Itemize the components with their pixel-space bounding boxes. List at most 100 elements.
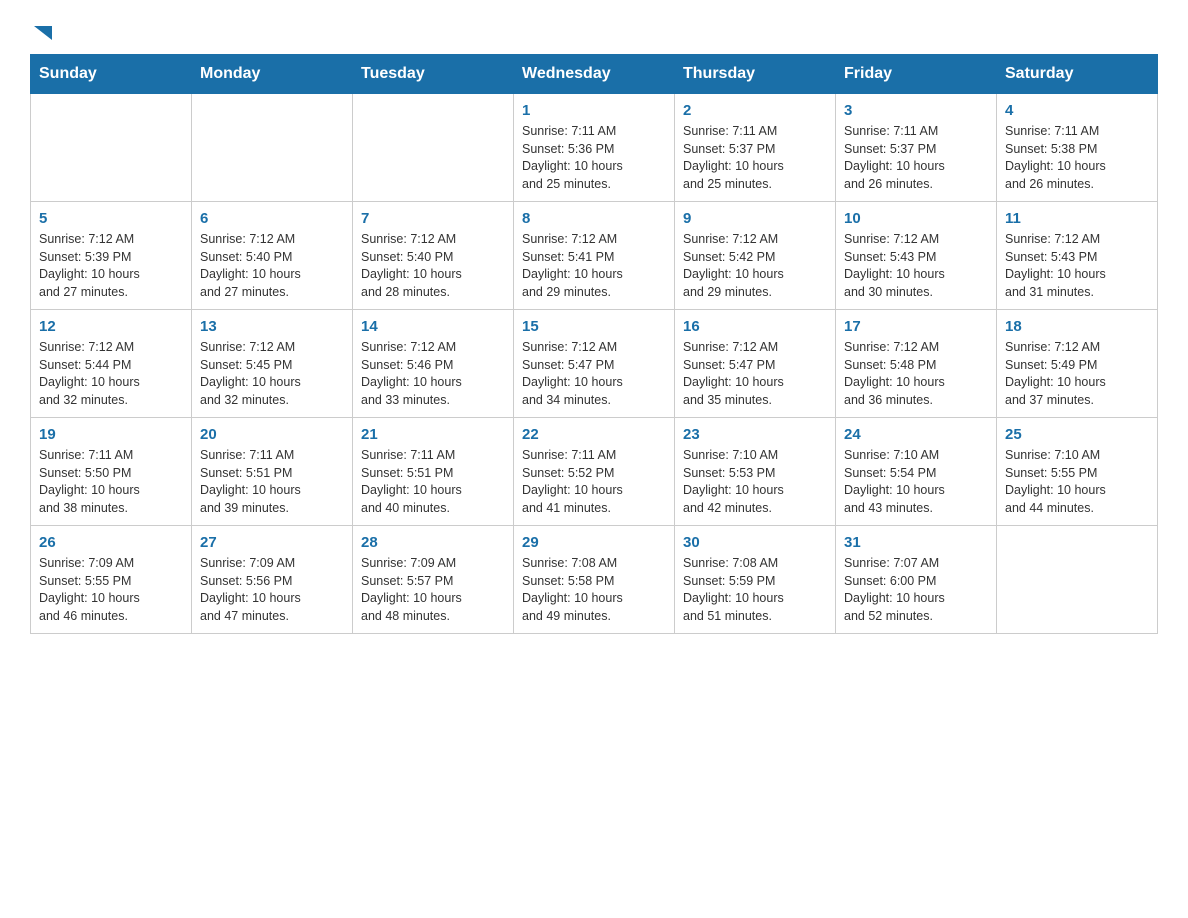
calendar-cell: 4Sunrise: 7:11 AM Sunset: 5:38 PM Daylig… <box>997 94 1158 202</box>
day-info: Sunrise: 7:09 AM Sunset: 5:55 PM Dayligh… <box>39 555 183 625</box>
calendar-cell: 29 Sunrise: 7:08 AM Sunset: 5:58 PM Dayli… <box>514 526 675 634</box>
day-number: 8 <box>522 210 666 227</box>
day-number: 18 <box>1005 318 1149 335</box>
weekday-header-sunday: Sunday <box>31 55 192 94</box>
day-info: Sunrise: 7:12 AM Sunset: 5:45 PM Dayligh… <box>200 339 344 409</box>
day-info: Sunrise: 7:12 AM Sunset: 5:49 PM Dayligh… <box>1005 339 1149 409</box>
calendar-cell <box>353 94 514 202</box>
day-info: Sunrise: 7:09 AM Sunset: 5:56 PM Dayligh… <box>200 555 344 625</box>
day-number: 25 <box>1005 426 1149 443</box>
day-info: Sunrise: 7:11 AM Sunset: 5:52 PM Dayligh… <box>522 447 666 517</box>
calendar-cell <box>31 94 192 202</box>
calendar-cell: 26Sunrise: 7:09 AM Sunset: 5:55 PM Dayli… <box>31 526 192 634</box>
page-header <box>30 20 1158 44</box>
day-number: 22 <box>522 426 666 443</box>
day-number: 14 <box>361 318 505 335</box>
day-number: 31 <box>844 534 988 551</box>
day-number: 3 <box>844 102 988 119</box>
day-number: 27 <box>200 534 344 551</box>
weekday-header-wednesday: Wednesday <box>514 55 675 94</box>
day-info: Sunrise: 7:11 AM Sunset: 5:37 PM Dayligh… <box>844 123 988 193</box>
calendar-week-row: 19 Sunrise: 7:11 AM Sunset: 5:50 PM Dayli… <box>31 418 1158 526</box>
calendar-cell: 11 Sunrise: 7:12 AM Sunset: 5:43 PM Dayli… <box>997 202 1158 310</box>
weekday-header-thursday: Thursday <box>675 55 836 94</box>
calendar-cell: 13 Sunrise: 7:12 AM Sunset: 5:45 PM Dayli… <box>192 310 353 418</box>
weekday-header-tuesday: Tuesday <box>353 55 514 94</box>
weekday-header-row: SundayMondayTuesdayWednesdayThursdayFrid… <box>31 55 1158 94</box>
calendar-cell: 7 Sunrise: 7:12 AM Sunset: 5:40 PM Daylig… <box>353 202 514 310</box>
calendar-week-row: 5 Sunrise: 7:12 AM Sunset: 5:39 PM Daylig… <box>31 202 1158 310</box>
calendar-cell: 5 Sunrise: 7:12 AM Sunset: 5:39 PM Daylig… <box>31 202 192 310</box>
day-number: 17 <box>844 318 988 335</box>
day-number: 24 <box>844 426 988 443</box>
day-info: Sunrise: 7:09 AM Sunset: 5:57 PM Dayligh… <box>361 555 505 625</box>
day-info: Sunrise: 7:11 AM Sunset: 5:51 PM Dayligh… <box>200 447 344 517</box>
day-number: 19 <box>39 426 183 443</box>
day-info: Sunrise: 7:12 AM Sunset: 5:47 PM Dayligh… <box>683 339 827 409</box>
calendar-cell: 31Sunrise: 7:07 AM Sunset: 6:00 PM Dayli… <box>836 526 997 634</box>
weekday-header-friday: Friday <box>836 55 997 94</box>
logo-triangle-icon <box>32 22 54 44</box>
day-info: Sunrise: 7:12 AM Sunset: 5:43 PM Dayligh… <box>1005 231 1149 301</box>
calendar-cell: 18 Sunrise: 7:12 AM Sunset: 5:49 PM Dayli… <box>997 310 1158 418</box>
day-info: Sunrise: 7:12 AM Sunset: 5:43 PM Dayligh… <box>844 231 988 301</box>
day-info: Sunrise: 7:12 AM Sunset: 5:40 PM Dayligh… <box>200 231 344 301</box>
day-number: 10 <box>844 210 988 227</box>
calendar-cell: 21Sunrise: 7:11 AM Sunset: 5:51 PM Dayli… <box>353 418 514 526</box>
day-number: 2 <box>683 102 827 119</box>
weekday-header-monday: Monday <box>192 55 353 94</box>
calendar-cell: 10 Sunrise: 7:12 AM Sunset: 5:43 PM Dayli… <box>836 202 997 310</box>
calendar-body: 1Sunrise: 7:11 AM Sunset: 5:36 PM Daylig… <box>31 94 1158 634</box>
day-info: Sunrise: 7:08 AM Sunset: 5:58 PM Dayligh… <box>522 555 666 625</box>
day-number: 1 <box>522 102 666 119</box>
day-number: 16 <box>683 318 827 335</box>
day-number: 7 <box>361 210 505 227</box>
weekday-header-saturday: Saturday <box>997 55 1158 94</box>
calendar-table: SundayMondayTuesdayWednesdayThursdayFrid… <box>30 54 1158 634</box>
day-number: 11 <box>1005 210 1149 227</box>
calendar-cell: 23Sunrise: 7:10 AM Sunset: 5:53 PM Dayli… <box>675 418 836 526</box>
calendar-cell: 3 Sunrise: 7:11 AM Sunset: 5:37 PM Daylig… <box>836 94 997 202</box>
day-info: Sunrise: 7:12 AM Sunset: 5:41 PM Dayligh… <box>522 231 666 301</box>
calendar-cell <box>192 94 353 202</box>
calendar-cell: 6 Sunrise: 7:12 AM Sunset: 5:40 PM Daylig… <box>192 202 353 310</box>
day-number: 28 <box>361 534 505 551</box>
day-number: 15 <box>522 318 666 335</box>
calendar-cell: 19 Sunrise: 7:11 AM Sunset: 5:50 PM Dayli… <box>31 418 192 526</box>
day-info: Sunrise: 7:10 AM Sunset: 5:53 PM Dayligh… <box>683 447 827 517</box>
calendar-cell: 22 Sunrise: 7:11 AM Sunset: 5:52 PM Dayli… <box>514 418 675 526</box>
calendar-cell: 8 Sunrise: 7:12 AM Sunset: 5:41 PM Daylig… <box>514 202 675 310</box>
calendar-week-row: 1Sunrise: 7:11 AM Sunset: 5:36 PM Daylig… <box>31 94 1158 202</box>
day-number: 30 <box>683 534 827 551</box>
calendar-cell: 2 Sunrise: 7:11 AM Sunset: 5:37 PM Daylig… <box>675 94 836 202</box>
day-number: 4 <box>1005 102 1149 119</box>
day-number: 6 <box>200 210 344 227</box>
day-number: 21 <box>361 426 505 443</box>
calendar-cell: 20Sunrise: 7:11 AM Sunset: 5:51 PM Dayli… <box>192 418 353 526</box>
calendar-cell: 28 Sunrise: 7:09 AM Sunset: 5:57 PM Dayli… <box>353 526 514 634</box>
day-info: Sunrise: 7:12 AM Sunset: 5:40 PM Dayligh… <box>361 231 505 301</box>
calendar-week-row: 26Sunrise: 7:09 AM Sunset: 5:55 PM Dayli… <box>31 526 1158 634</box>
day-info: Sunrise: 7:10 AM Sunset: 5:55 PM Dayligh… <box>1005 447 1149 517</box>
calendar-week-row: 12 Sunrise: 7:12 AM Sunset: 5:44 PM Dayli… <box>31 310 1158 418</box>
calendar-header: SundayMondayTuesdayWednesdayThursdayFrid… <box>31 55 1158 94</box>
day-info: Sunrise: 7:12 AM Sunset: 5:48 PM Dayligh… <box>844 339 988 409</box>
day-number: 29 <box>522 534 666 551</box>
day-number: 9 <box>683 210 827 227</box>
calendar-cell: 9Sunrise: 7:12 AM Sunset: 5:42 PM Daylig… <box>675 202 836 310</box>
calendar-cell: 30 Sunrise: 7:08 AM Sunset: 5:59 PM Dayli… <box>675 526 836 634</box>
day-info: Sunrise: 7:08 AM Sunset: 5:59 PM Dayligh… <box>683 555 827 625</box>
day-info: Sunrise: 7:12 AM Sunset: 5:47 PM Dayligh… <box>522 339 666 409</box>
calendar-cell: 15 Sunrise: 7:12 AM Sunset: 5:47 PM Dayli… <box>514 310 675 418</box>
calendar-cell: 25 Sunrise: 7:10 AM Sunset: 5:55 PM Dayli… <box>997 418 1158 526</box>
day-info: Sunrise: 7:11 AM Sunset: 5:50 PM Dayligh… <box>39 447 183 517</box>
day-number: 13 <box>200 318 344 335</box>
calendar-cell: 14Sunrise: 7:12 AM Sunset: 5:46 PM Dayli… <box>353 310 514 418</box>
day-info: Sunrise: 7:11 AM Sunset: 5:37 PM Dayligh… <box>683 123 827 193</box>
day-number: 5 <box>39 210 183 227</box>
day-info: Sunrise: 7:12 AM Sunset: 5:39 PM Dayligh… <box>39 231 183 301</box>
day-number: 12 <box>39 318 183 335</box>
day-info: Sunrise: 7:12 AM Sunset: 5:44 PM Dayligh… <box>39 339 183 409</box>
logo <box>30 20 54 44</box>
day-info: Sunrise: 7:10 AM Sunset: 5:54 PM Dayligh… <box>844 447 988 517</box>
